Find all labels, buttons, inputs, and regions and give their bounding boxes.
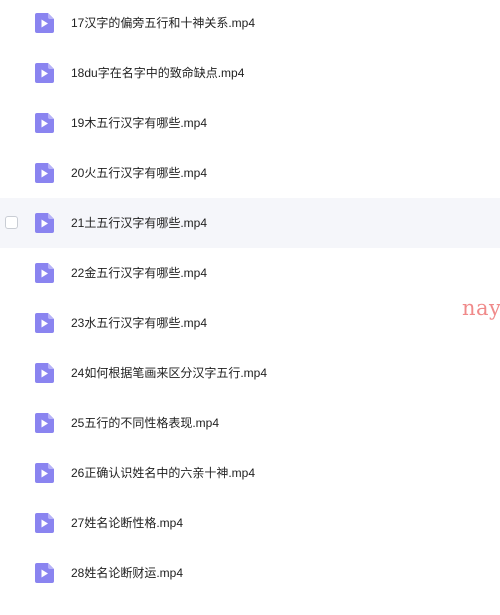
file-row[interactable]: 20火五行汉字有哪些.mp4 bbox=[0, 148, 500, 198]
file-name[interactable]: 21土五行汉字有哪些.mp4 bbox=[71, 215, 207, 231]
file-name[interactable]: 27姓名论断性格.mp4 bbox=[71, 515, 183, 531]
file-row[interactable]: 23水五行汉字有哪些.mp4 bbox=[0, 298, 500, 348]
video-file-icon bbox=[35, 413, 54, 433]
file-name[interactable]: 25五行的不同性格表现.mp4 bbox=[71, 415, 219, 431]
file-list: 17汉字的偏旁五行和十神关系.mp4 18du字在名字中的致命缺点.mp4 19… bbox=[0, 0, 500, 598]
video-file-icon bbox=[35, 13, 54, 33]
video-file-icon bbox=[35, 163, 54, 183]
video-file-icon bbox=[35, 263, 54, 283]
file-name[interactable]: 18du字在名字中的致命缺点.mp4 bbox=[71, 65, 244, 81]
video-file-icon bbox=[35, 563, 54, 583]
video-file-icon bbox=[35, 463, 54, 483]
file-row[interactable]: 24如何根据笔画来区分汉字五行.mp4 bbox=[0, 348, 500, 398]
file-name[interactable]: 24如何根据笔画来区分汉字五行.mp4 bbox=[71, 365, 267, 381]
row-checkbox[interactable] bbox=[5, 216, 18, 229]
file-row[interactable]: 25五行的不同性格表现.mp4 bbox=[0, 398, 500, 448]
file-row[interactable]: 22金五行汉字有哪些.mp4 bbox=[0, 248, 500, 298]
file-name[interactable]: 28姓名论断财运.mp4 bbox=[71, 565, 183, 581]
file-name[interactable]: 19木五行汉字有哪些.mp4 bbox=[71, 115, 207, 131]
watermark-text: nay bbox=[462, 296, 500, 320]
file-row[interactable]: 18du字在名字中的致命缺点.mp4 bbox=[0, 48, 500, 98]
file-row[interactable]: 27姓名论断性格.mp4 bbox=[0, 498, 500, 548]
video-file-icon bbox=[35, 113, 54, 133]
file-name[interactable]: 17汉字的偏旁五行和十神关系.mp4 bbox=[71, 15, 255, 31]
video-file-icon bbox=[35, 513, 54, 533]
file-name[interactable]: 26正确认识姓名中的六亲十神.mp4 bbox=[71, 465, 255, 481]
video-file-icon bbox=[35, 63, 54, 83]
file-row[interactable]: 19木五行汉字有哪些.mp4 bbox=[0, 98, 500, 148]
file-row[interactable]: 28姓名论断财运.mp4 bbox=[0, 548, 500, 598]
file-row-hovered[interactable]: 21土五行汉字有哪些.mp4 bbox=[0, 198, 500, 248]
video-file-icon bbox=[35, 213, 54, 233]
file-row[interactable]: 17汉字的偏旁五行和十神关系.mp4 bbox=[0, 0, 500, 48]
file-name[interactable]: 23水五行汉字有哪些.mp4 bbox=[71, 315, 207, 331]
file-name[interactable]: 22金五行汉字有哪些.mp4 bbox=[71, 265, 207, 281]
video-file-icon bbox=[35, 313, 54, 333]
video-file-icon bbox=[35, 363, 54, 383]
file-row[interactable]: 26正确认识姓名中的六亲十神.mp4 bbox=[0, 448, 500, 498]
file-name[interactable]: 20火五行汉字有哪些.mp4 bbox=[71, 165, 207, 181]
